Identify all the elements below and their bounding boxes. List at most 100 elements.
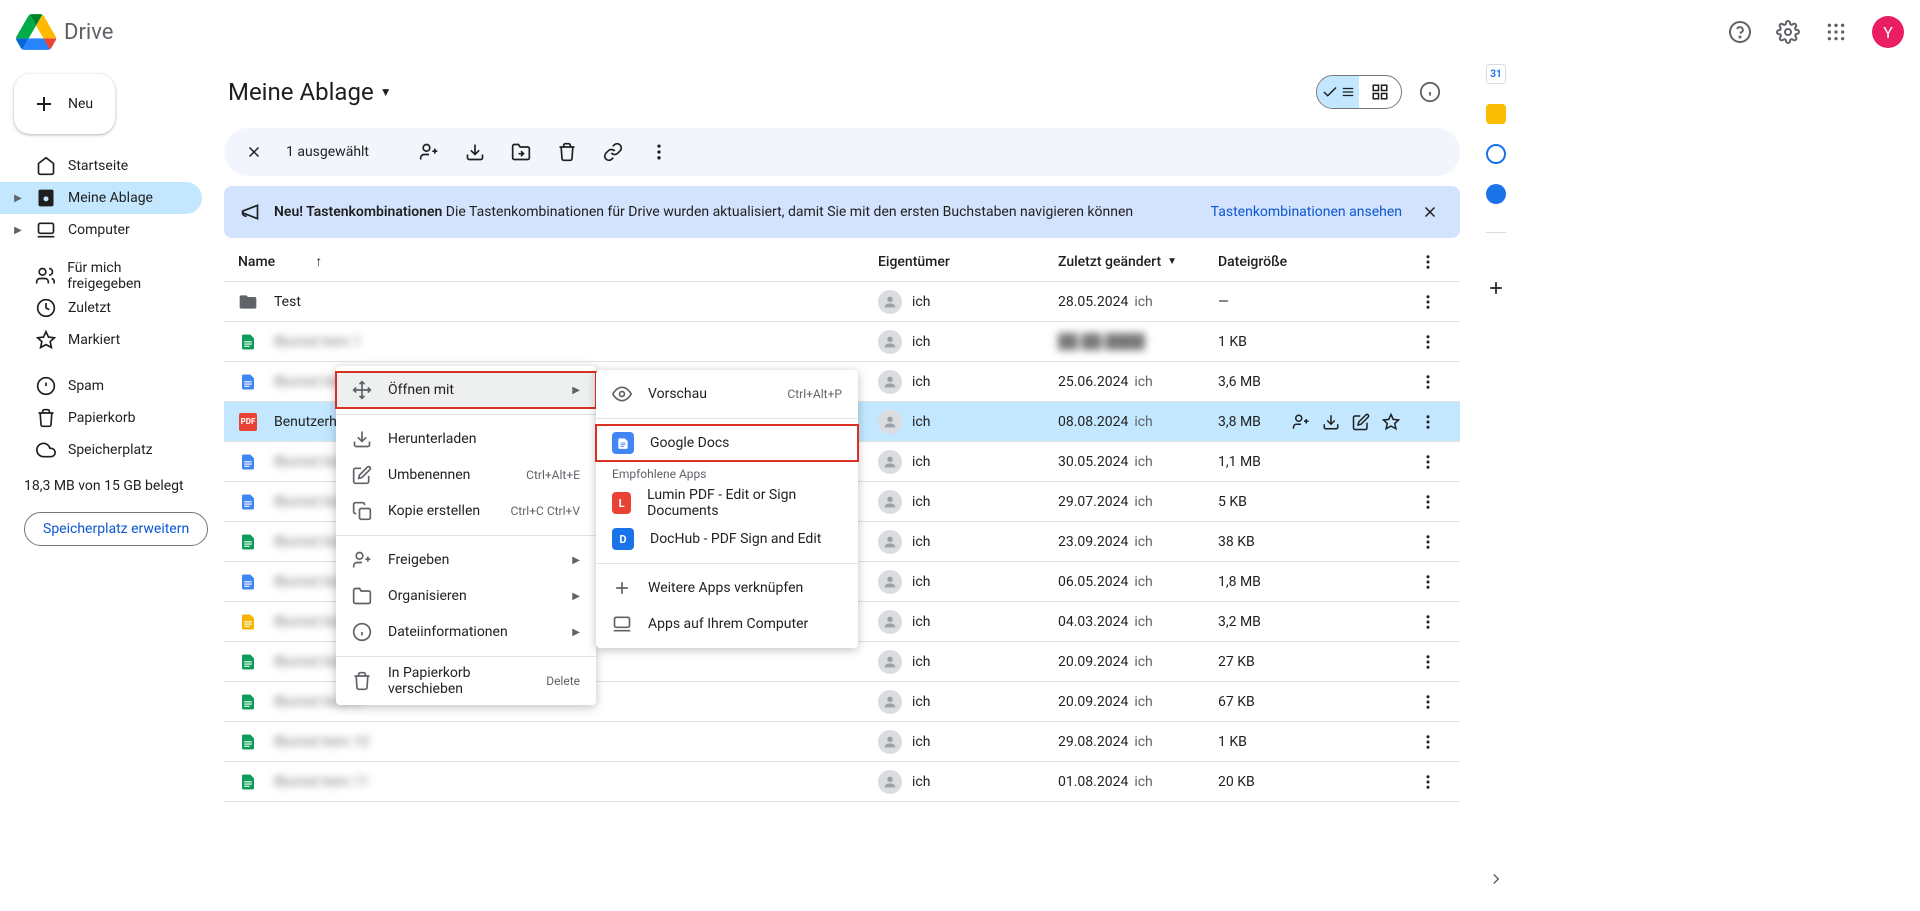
row-more-button[interactable]: [1408, 373, 1448, 391]
share-button[interactable]: [415, 138, 443, 166]
ctx-organize[interactable]: Organisieren▶: [336, 578, 596, 614]
list-view-button[interactable]: [1317, 76, 1359, 108]
col-name-header[interactable]: Name ↑: [224, 253, 878, 270]
sub-google-docs[interactable]: Google Docs: [596, 425, 858, 461]
table-row[interactable]: Testich28.05.2024 ich—: [224, 282, 1460, 322]
row-more-button[interactable]: [1408, 613, 1448, 631]
home-icon: [36, 156, 56, 176]
sidebar-item-home[interactable]: Startseite: [0, 150, 202, 182]
ctx-download[interactable]: Herunterladen: [336, 421, 596, 457]
new-button[interactable]: Neu: [14, 74, 115, 134]
row-download-icon[interactable]: [1322, 413, 1340, 431]
sidebar-item-shared[interactable]: Für mich freigegeben: [0, 260, 202, 292]
ctx-rename[interactable]: UmbenennenCtrl+Alt+E: [336, 457, 596, 493]
sidebar-item-trash[interactable]: Papierkorb: [0, 402, 202, 434]
ctx-share[interactable]: Freigeben▶: [336, 542, 596, 578]
row-more-button[interactable]: [1408, 693, 1448, 711]
sidebar-item-label: Zuletzt: [68, 300, 111, 316]
sidebar-item-spam[interactable]: Spam: [0, 370, 202, 402]
sidebar-item-computers[interactable]: ▶Computer: [0, 214, 202, 246]
sub-desktop-apps[interactable]: Apps auf Ihrem Computer: [596, 606, 858, 642]
ctx-info[interactable]: Dateiinformationen▶: [336, 614, 596, 650]
banner-close-button[interactable]: [1416, 198, 1444, 226]
row-edit-icon[interactable]: [1352, 413, 1370, 431]
settings-icon[interactable]: [1768, 12, 1808, 52]
avatar[interactable]: Y: [1872, 16, 1904, 48]
table-row[interactable]: Blurred item 10ich29.08.2024 ich1 KB: [224, 722, 1460, 762]
ctx-open-with[interactable]: Öffnen mit▶: [336, 372, 596, 408]
col-modified-header[interactable]: Zuletzt geändert ▼: [1058, 254, 1218, 270]
ctx-label: Vorschau: [648, 386, 707, 402]
add-addon-button[interactable]: [1480, 272, 1512, 304]
clear-selection-button[interactable]: [240, 138, 268, 166]
ctx-label: DocHub - PDF Sign and Edit: [650, 531, 821, 547]
modified-date: 06.05.2024: [1058, 574, 1128, 590]
keep-icon[interactable]: [1486, 104, 1506, 124]
expand-storage-button[interactable]: Speicherplatz erweitern: [24, 512, 208, 546]
sidebar-item-my-drive[interactable]: ▶ Meine Ablage: [0, 182, 202, 214]
row-more-button[interactable]: [1408, 573, 1448, 591]
row-more-button[interactable]: [1408, 333, 1448, 351]
ctx-label: Umbenennen: [388, 467, 470, 483]
grid-view-button[interactable]: [1359, 76, 1401, 108]
move-button[interactable]: [507, 138, 535, 166]
download-button[interactable]: [461, 138, 489, 166]
modified-date: 30.05.2024: [1058, 454, 1128, 470]
sub-lumin[interactable]: LLumin PDF - Edit or Sign Documents: [596, 485, 858, 521]
row-more-button[interactable]: [1408, 413, 1448, 431]
table-row[interactable]: Blurred item 1ich██.██.████ 1 KB: [224, 322, 1460, 362]
row-more-button[interactable]: [1408, 773, 1448, 791]
row-share-icon[interactable]: [1292, 413, 1310, 431]
contacts-icon[interactable]: [1486, 184, 1506, 204]
details-icon[interactable]: [1410, 72, 1450, 112]
owner-name: ich: [912, 414, 930, 430]
tasks-icon[interactable]: [1486, 144, 1506, 164]
sub-dochub[interactable]: DDocHub - PDF Sign and Edit: [596, 521, 858, 557]
owner-name: ich: [912, 654, 930, 670]
sub-more-apps[interactable]: Weitere Apps verknüpfen: [596, 570, 858, 606]
more-button[interactable]: [645, 138, 673, 166]
calendar-icon[interactable]: 31: [1486, 64, 1506, 84]
table-header: Name ↑ Eigentümer Zuletzt geändert ▼ Dat…: [224, 242, 1460, 282]
sub-preview[interactable]: VorschauCtrl+Alt+P: [596, 376, 858, 412]
help-icon[interactable]: [1720, 12, 1760, 52]
row-more-button[interactable]: [1408, 533, 1448, 551]
open-with-submenu: VorschauCtrl+Alt+P Google Docs Empfohlen…: [596, 370, 858, 648]
ctx-trash[interactable]: In Papierkorb verschiebenDelete: [336, 663, 596, 699]
page-title[interactable]: Meine Ablage ▼: [228, 78, 392, 106]
row-more-button[interactable]: [1408, 493, 1448, 511]
table-row[interactable]: Blurred item 11ich01.08.2024 ich20 KB: [224, 762, 1460, 802]
owner-name: ich: [912, 734, 930, 750]
sidebar-item-label: Meine Ablage: [68, 190, 153, 206]
owner-avatar: [878, 690, 902, 714]
drive-logo-icon: [16, 12, 56, 52]
col-size-header[interactable]: Dateigröße: [1218, 254, 1408, 270]
row-more-button[interactable]: [1408, 453, 1448, 471]
sidebar-item-starred[interactable]: Markiert: [0, 324, 202, 356]
col-actions-header[interactable]: [1408, 253, 1448, 271]
row-more-button[interactable]: [1408, 733, 1448, 751]
apps-icon[interactable]: [1816, 12, 1856, 52]
logo[interactable]: Drive: [16, 12, 113, 52]
ctx-copy[interactable]: Kopie erstellenCtrl+C Ctrl+V: [336, 493, 596, 529]
caret-right-icon[interactable]: ▶: [12, 225, 24, 236]
file-size: 67 KB: [1218, 694, 1408, 710]
modified-by: ich: [1134, 774, 1152, 790]
file-type-icon: [238, 532, 258, 552]
sidebar-item-storage[interactable]: Speicherplatz: [0, 434, 202, 466]
col-owner-header[interactable]: Eigentümer: [878, 254, 1058, 270]
link-button[interactable]: [599, 138, 627, 166]
owner-name: ich: [912, 574, 930, 590]
row-more-button[interactable]: [1408, 653, 1448, 671]
ctx-shortcut: Ctrl+C Ctrl+V: [511, 504, 581, 518]
banner-link[interactable]: Tastenkombinationen ansehen: [1211, 204, 1402, 220]
star-icon: [36, 330, 56, 350]
sidebar-item-recent[interactable]: Zuletzt: [0, 292, 202, 324]
caret-right-icon[interactable]: ▶: [12, 193, 24, 204]
sidebar-item-label: Markiert: [68, 332, 120, 348]
row-more-button[interactable]: [1408, 293, 1448, 311]
collapse-panel-button[interactable]: [1476, 859, 1516, 899]
owner-name: ich: [912, 494, 930, 510]
row-star-icon[interactable]: [1382, 413, 1400, 431]
delete-button[interactable]: [553, 138, 581, 166]
